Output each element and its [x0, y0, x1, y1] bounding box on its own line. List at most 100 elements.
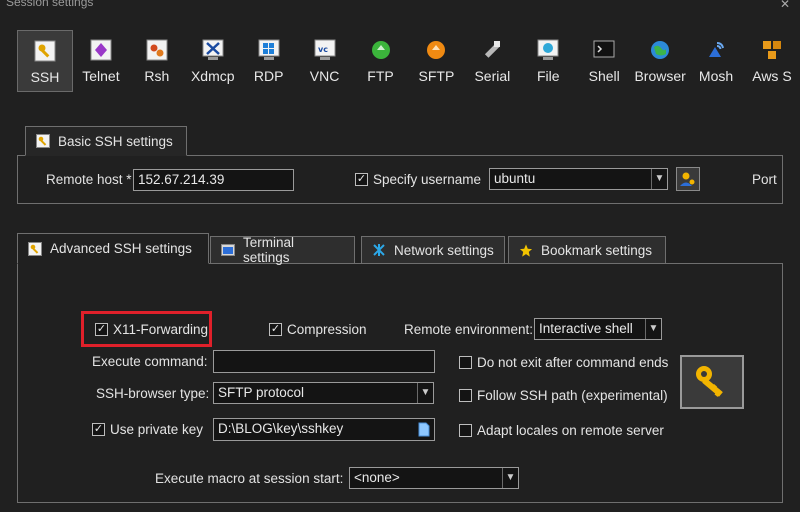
tool-label: File	[536, 68, 560, 84]
execute-command-input[interactable]	[213, 350, 435, 373]
tool-label: Xdmcp	[190, 68, 235, 84]
checkbox-unchecked-icon	[459, 356, 472, 369]
tool-ftp[interactable]: FTP	[353, 30, 409, 92]
adapt-locales-label: Adapt locales on remote server	[477, 423, 664, 438]
chevron-down-icon[interactable]: ▼	[502, 468, 518, 488]
ssh-key-icon	[36, 134, 50, 148]
remote-environment-value: Interactive shell	[539, 321, 633, 336]
tool-browser[interactable]: Browser	[632, 30, 688, 92]
checkbox-checked-icon: ✓	[269, 323, 282, 336]
tab-network-settings[interactable]: Network settings	[361, 236, 505, 264]
tool-label: VNC	[309, 68, 340, 84]
tool-label: Shell	[588, 68, 620, 84]
user-manager-button[interactable]	[676, 167, 700, 191]
tool-label: RDP	[253, 68, 284, 84]
tab-basic-ssh[interactable]: Basic SSH settings	[25, 126, 187, 156]
use-private-key-label: Use private key	[110, 422, 204, 437]
tool-label: Mosh	[698, 68, 734, 84]
x11-forwarding-label: X11-Forwarding	[113, 322, 209, 337]
key-icon	[696, 366, 723, 397]
tool-label: FTP	[367, 68, 394, 84]
file-browse-icon[interactable]	[418, 422, 430, 440]
ssh-browser-type-label: SSH-browser type:	[96, 386, 210, 401]
tool-aws[interactable]: Aws S	[744, 30, 800, 92]
compression-checkbox[interactable]: ✓ Compression	[269, 322, 367, 337]
execute-macro-label: Execute macro at session start:	[155, 471, 344, 486]
execute-command-label: Execute command:	[92, 354, 208, 369]
tab-label: Basic SSH settings	[58, 133, 173, 149]
aws-icon	[760, 38, 784, 62]
adapt-locales-checkbox[interactable]: Adapt locales on remote server	[459, 423, 664, 438]
checkbox-checked-icon: ✓	[95, 323, 108, 336]
tool-xdmcp[interactable]: Xdmcp	[185, 30, 241, 92]
tool-label: Aws S	[752, 68, 792, 84]
chevron-down-icon[interactable]: ▼	[645, 319, 661, 339]
window-title: Session settings	[6, 0, 94, 9]
tool-rdp[interactable]: RDP	[241, 30, 297, 92]
ssh-key-icon	[28, 241, 42, 256]
tab-advanced-ssh[interactable]: Advanced SSH settings	[17, 233, 209, 264]
close-icon[interactable]: ✕	[780, 0, 790, 11]
tab-terminal-settings[interactable]: Terminal settings	[210, 235, 355, 265]
tool-label: Telnet	[82, 68, 120, 84]
chevron-down-icon[interactable]: ▼	[417, 383, 433, 403]
private-key-path-value: D:\BLOG\key\sshkey	[218, 421, 344, 436]
network-icon	[372, 243, 386, 257]
username-value: ubuntu	[494, 171, 536, 186]
tool-label: Serial	[474, 68, 511, 84]
x11-forwarding-checkbox[interactable]: ✓ X11-Forwarding	[95, 322, 208, 337]
tab-label: Terminal settings	[243, 235, 295, 265]
tab-label: Advanced SSH settings	[50, 241, 192, 256]
port-label: Port	[752, 172, 777, 187]
execute-macro-combo[interactable]: <none> ▼	[349, 467, 519, 489]
checkbox-checked-icon: ✓	[92, 423, 105, 436]
shell-icon	[592, 38, 616, 62]
rsh-icon	[145, 38, 169, 62]
mosh-icon	[704, 38, 728, 62]
specify-username-checkbox[interactable]: ✓ Specify username	[355, 172, 481, 187]
tool-file[interactable]: File	[520, 30, 576, 92]
username-combo[interactable]: ubuntu ▼	[489, 168, 668, 190]
vnc-icon: vc	[313, 38, 337, 62]
tab-bookmark-settings[interactable]: Bookmark settings	[508, 236, 666, 264]
ssh-browser-type-value: SFTP protocol	[218, 385, 305, 400]
remote-environment-combo[interactable]: Interactive shell ▼	[534, 318, 662, 340]
tab-label: Bookmark settings	[541, 242, 653, 258]
tool-label: SFTP	[418, 68, 455, 84]
tool-label: SSH	[30, 69, 60, 85]
remote-host-input[interactable]: 152.67.214.39	[133, 169, 294, 191]
tool-vnc[interactable]: vc VNC	[297, 30, 353, 92]
remote-environment-label: Remote environment:	[404, 322, 534, 337]
compression-label: Compression	[287, 322, 367, 337]
ftp-icon	[369, 38, 393, 62]
rdp-icon	[257, 38, 281, 62]
private-key-generator-button[interactable]	[680, 355, 744, 409]
tool-shell[interactable]: Shell	[576, 30, 632, 92]
checkbox-unchecked-icon	[459, 389, 472, 402]
sftp-icon	[424, 38, 448, 62]
follow-ssh-path-checkbox[interactable]: Follow SSH path (experimental)	[459, 388, 668, 403]
user-icon	[680, 172, 695, 186]
file-icon	[536, 38, 560, 62]
svg-text:vc: vc	[318, 45, 328, 54]
tool-sftp[interactable]: SFTP	[408, 30, 464, 92]
tool-telnet[interactable]: Telnet	[73, 30, 129, 92]
ssh-browser-type-combo[interactable]: SFTP protocol ▼	[213, 382, 434, 404]
tool-serial[interactable]: Serial	[464, 30, 520, 92]
tab-label: Network settings	[394, 242, 494, 258]
telnet-icon	[89, 38, 113, 62]
use-private-key-checkbox[interactable]: ✓ Use private key	[92, 422, 203, 437]
no-exit-checkbox[interactable]: Do not exit after command ends	[459, 355, 668, 370]
no-exit-label: Do not exit after command ends	[477, 355, 669, 370]
execute-macro-value: <none>	[354, 470, 400, 485]
checkbox-checked-icon: ✓	[355, 173, 368, 186]
tool-rsh[interactable]: Rsh	[129, 30, 185, 92]
checkbox-unchecked-icon	[459, 424, 472, 437]
tool-mosh[interactable]: Mosh	[688, 30, 744, 92]
private-key-path-input[interactable]: D:\BLOG\key\sshkey	[213, 418, 435, 441]
chevron-down-icon[interactable]: ▼	[651, 169, 667, 189]
tool-label: Browser	[634, 68, 686, 84]
tool-label: Rsh	[144, 68, 170, 84]
browser-icon	[648, 38, 672, 62]
tool-ssh[interactable]: SSH	[17, 30, 73, 92]
